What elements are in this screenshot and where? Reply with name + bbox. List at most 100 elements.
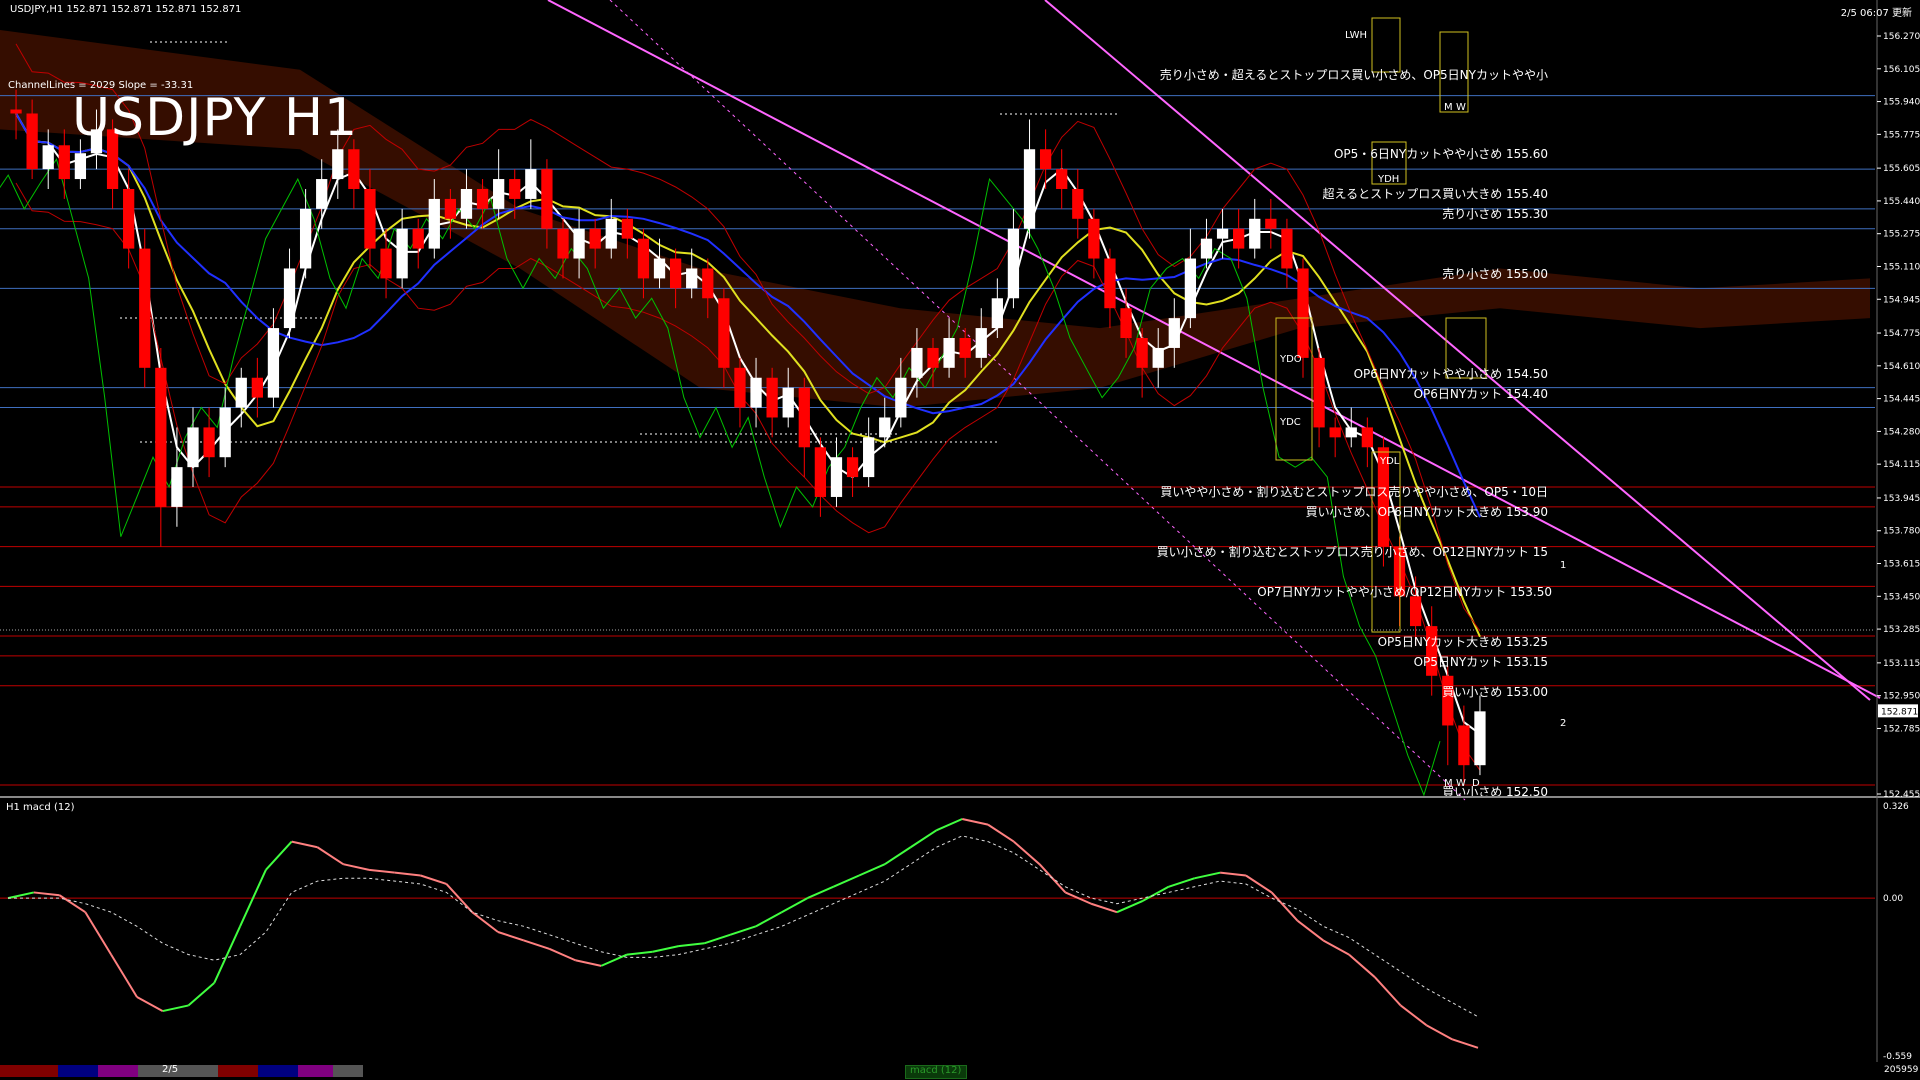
bottom-segment bbox=[58, 1065, 98, 1077]
price-tick-label: 154.945 bbox=[1883, 295, 1920, 305]
candle-body bbox=[219, 407, 231, 458]
candle-body bbox=[1297, 268, 1309, 358]
price-tick-label: 153.615 bbox=[1883, 560, 1920, 570]
candle-body bbox=[1200, 238, 1213, 259]
candle-body bbox=[669, 258, 682, 289]
macd-tab-label: macd (12) bbox=[910, 1065, 962, 1076]
level-tag: M bbox=[1444, 778, 1453, 789]
candle-body bbox=[798, 387, 810, 448]
symbol-title: USDJPY H1 bbox=[72, 88, 359, 148]
candle-body bbox=[1023, 149, 1036, 229]
price-tick-label: 154.775 bbox=[1883, 329, 1920, 339]
candle-body bbox=[187, 427, 199, 468]
price-tick-label: 153.945 bbox=[1883, 494, 1920, 504]
price-tick-label: 154.280 bbox=[1883, 427, 1920, 437]
price-tick-label: 156.105 bbox=[1883, 65, 1920, 75]
level-tag: W bbox=[1456, 778, 1466, 789]
chart-canvas[interactable]: 売り小さめ・超えるとストップロス買い小さめ、OP5日NYカットやや小 OP5・6日… bbox=[0, 0, 1920, 1080]
price-annotation-text: 買いやや小さめ・割り込むとストップロス売りやや小さめ、OP5・10日 bbox=[1160, 484, 1548, 499]
candle-body bbox=[1409, 596, 1422, 627]
candle-body bbox=[959, 338, 971, 358]
price-tick-label: 154.115 bbox=[1883, 460, 1920, 470]
candle-body bbox=[1039, 149, 1052, 170]
macd-tick-label: 0.00 bbox=[1883, 894, 1903, 904]
price-tick-label: 155.605 bbox=[1883, 164, 1920, 174]
bottom-segment bbox=[218, 1065, 258, 1077]
candle-body bbox=[573, 228, 585, 259]
candle-body bbox=[1281, 228, 1293, 269]
price-annotation-text: 売り小さめ・超えるとストップロス買い小さめ、OP5日NYカットやや小 bbox=[1160, 67, 1548, 82]
candle-body bbox=[911, 347, 923, 378]
level-tag: M bbox=[1444, 102, 1453, 113]
candle-body bbox=[1442, 675, 1454, 726]
candle-body bbox=[702, 268, 714, 299]
candle-body bbox=[605, 218, 617, 249]
candle-body bbox=[348, 149, 360, 189]
candle-body bbox=[830, 457, 843, 497]
candle-body bbox=[493, 179, 505, 209]
macd-tab[interactable]: macd (12) bbox=[905, 1065, 967, 1079]
candle-body bbox=[299, 208, 312, 269]
candle-body bbox=[509, 179, 521, 199]
candle-body bbox=[1313, 357, 1325, 428]
candle-body bbox=[316, 179, 328, 209]
candle-body bbox=[1184, 258, 1197, 319]
candle-body bbox=[814, 447, 827, 497]
candle-body bbox=[734, 367, 746, 408]
candle-body bbox=[525, 169, 537, 199]
price-tick-label: 154.610 bbox=[1883, 362, 1920, 372]
candle-body bbox=[991, 298, 1003, 329]
bottom-date-label: 2/5 bbox=[162, 1064, 179, 1075]
bottom-segment bbox=[298, 1065, 333, 1077]
bottom-date-segment: 2/5 bbox=[138, 1064, 218, 1077]
candle-body bbox=[653, 258, 666, 279]
candle-body bbox=[1072, 188, 1084, 219]
candle-body bbox=[396, 228, 408, 279]
price-annotation-text: OP5日NYカット大きめ 153.25 bbox=[1378, 635, 1548, 649]
price-annotation-text: OP6日NYカットやや小さめ 154.50 bbox=[1354, 367, 1548, 381]
price-annotation-text: 売り小さめ 155.00 bbox=[1442, 266, 1548, 281]
price-tick-label: 155.110 bbox=[1883, 262, 1920, 272]
candle-body bbox=[42, 145, 54, 170]
candle-body bbox=[1361, 427, 1373, 448]
candle-body bbox=[541, 169, 553, 229]
candle-body bbox=[460, 188, 473, 219]
candle-body bbox=[1088, 218, 1100, 259]
bottom-color-bar: 2/5 macd (12) 205959 bbox=[0, 1063, 1918, 1080]
price-annotation-text: 買い小さめ、OP6日NYカット大きめ 153.90 bbox=[1306, 505, 1548, 519]
candle-body bbox=[927, 347, 939, 368]
candle-body bbox=[975, 328, 987, 358]
candle-body bbox=[621, 218, 633, 239]
bottom-segment bbox=[0, 1065, 58, 1077]
price-tick-label: 152.785 bbox=[1883, 724, 1920, 734]
bottom-segment bbox=[258, 1065, 298, 1077]
candle-body bbox=[1056, 169, 1068, 189]
candle-body bbox=[1136, 338, 1148, 368]
price-tick-label: 153.115 bbox=[1883, 659, 1920, 669]
candle-body bbox=[26, 113, 38, 170]
candle-body bbox=[251, 377, 263, 398]
price-tick-label: 152.455 bbox=[1883, 790, 1920, 800]
level-tag: 1 bbox=[1560, 560, 1566, 571]
level-tag: W bbox=[1456, 102, 1466, 113]
current-price-label: 152.871 bbox=[1881, 707, 1918, 717]
candle-body bbox=[1329, 427, 1341, 438]
price-tick-label: 154.445 bbox=[1883, 395, 1920, 405]
update-timestamp: 2/5 06:07 更新 bbox=[1840, 8, 1912, 19]
level-tag: LWH bbox=[1345, 30, 1367, 41]
candle-body bbox=[557, 228, 569, 259]
candle-body bbox=[637, 238, 650, 279]
candle-body bbox=[1265, 218, 1277, 229]
macd-tick-label: -0.559 bbox=[1883, 1052, 1912, 1062]
macd-label: H1 macd (12) bbox=[6, 802, 75, 813]
macd-tick-label: 0.326 bbox=[1883, 802, 1909, 812]
candle-body bbox=[332, 149, 344, 180]
price-annotation-text: 買い小さめ 153.00 bbox=[1442, 685, 1548, 699]
candle-body bbox=[428, 198, 440, 249]
candle-body bbox=[1152, 347, 1164, 368]
candle-body bbox=[1458, 725, 1470, 766]
price-annotation-text: OP7日NYカットやや小さめ/OP12日NYカット 153.50 bbox=[1257, 585, 1552, 599]
level-tag: YDH bbox=[1377, 174, 1399, 185]
candle-body bbox=[1007, 228, 1020, 299]
candle-body bbox=[155, 367, 167, 507]
